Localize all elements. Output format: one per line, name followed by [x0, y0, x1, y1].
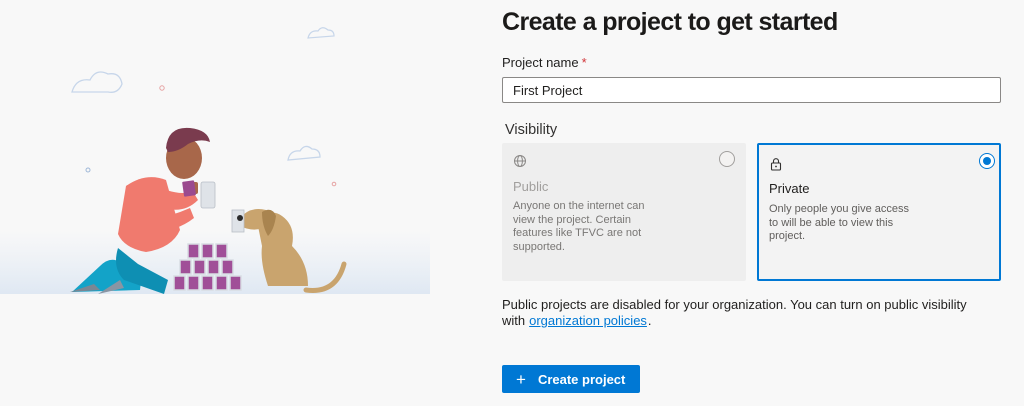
visibility-option-public[interactable]: Public Anyone on the internet can view t…	[502, 143, 746, 281]
plus-icon: +	[516, 369, 526, 389]
public-radio[interactable]	[719, 151, 735, 167]
public-option-title: Public	[513, 179, 549, 194]
private-option-title: Private	[769, 181, 810, 196]
cloud-icon	[287, 145, 321, 161]
page-title: Create a project to get started	[502, 8, 838, 36]
public-option-description: Anyone on the internet can view the proj…	[513, 200, 645, 253]
create-project-button[interactable]: + Create project	[502, 365, 640, 393]
private-radio[interactable]	[979, 153, 995, 169]
sparkle-dot	[85, 167, 91, 173]
private-option-description: Only people you give access to will be a…	[769, 203, 910, 242]
sparkle-dot	[159, 85, 165, 91]
project-name-label-text: Project name	[502, 55, 579, 70]
required-marker: *	[581, 55, 587, 70]
globe-icon	[513, 154, 527, 168]
note-period: .	[647, 313, 652, 328]
visibility-option-private[interactable]: Private Only people you give access to w…	[757, 143, 1001, 281]
project-name-input[interactable]	[502, 77, 1001, 103]
cloud-icon	[71, 71, 123, 93]
sparkle-dot	[331, 181, 337, 187]
project-name-label: Project name *	[502, 55, 587, 70]
create-project-label: Create project	[537, 371, 626, 387]
person-torso	[118, 177, 180, 252]
lock-icon	[769, 157, 783, 171]
organization-policies-link[interactable]: organization policies	[529, 313, 647, 328]
visibility-policy-note: Public projects are disabled for your or…	[502, 297, 972, 329]
hero-illustration	[0, 0, 440, 406]
visibility-label: Visibility	[505, 122, 558, 138]
cloud-icon	[307, 27, 335, 39]
